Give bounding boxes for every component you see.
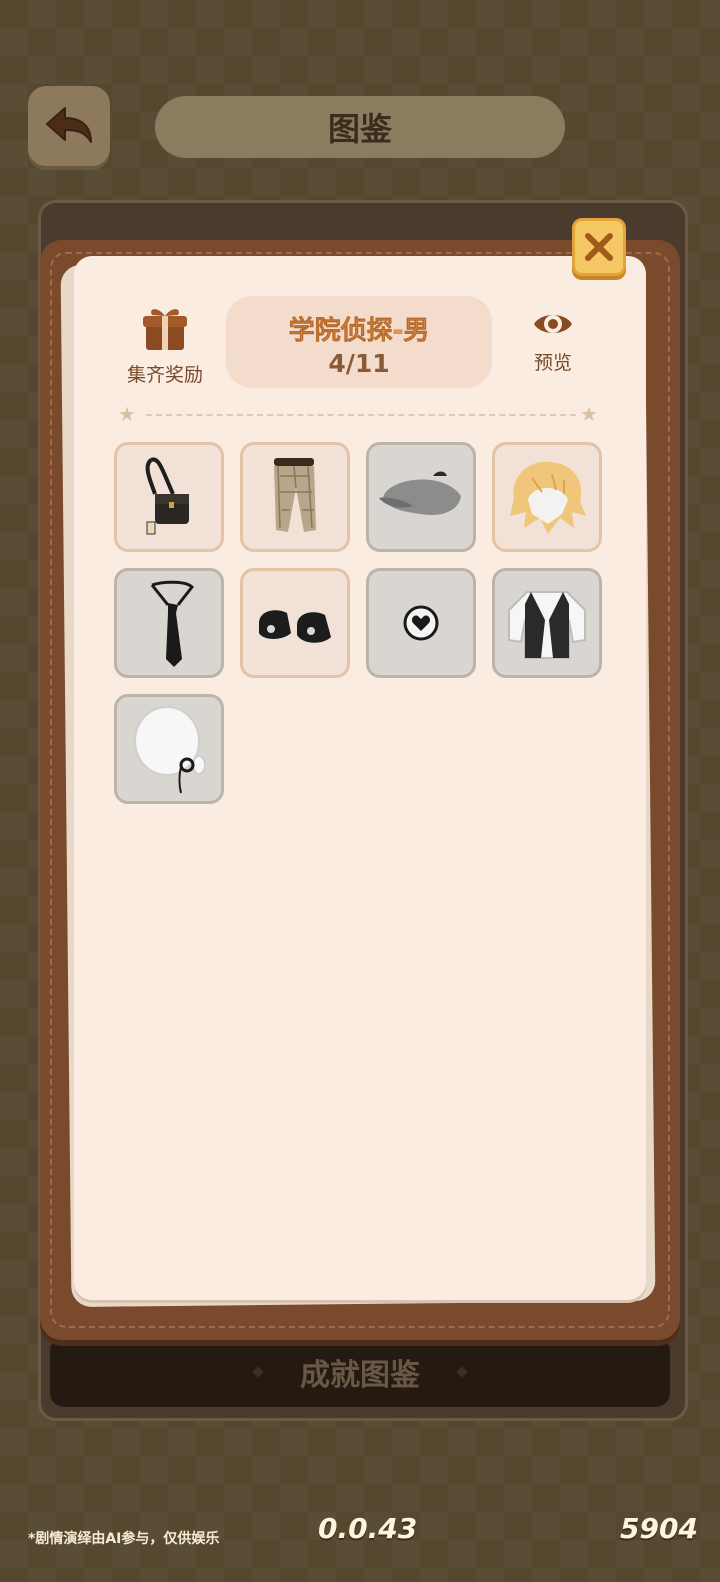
close-icon bbox=[585, 233, 613, 261]
ai-disclaimer: *剧情演绎由AI参与，仅供娱乐 bbox=[28, 1531, 220, 1547]
gift-icon bbox=[143, 309, 187, 350]
close-button[interactable] bbox=[572, 218, 626, 276]
item-slot-tie[interactable] bbox=[114, 568, 224, 678]
item-slot-monocle-face[interactable] bbox=[114, 694, 224, 804]
tie-icon bbox=[150, 580, 194, 667]
star-decoration: ★ bbox=[580, 402, 598, 426]
back-arrow-icon bbox=[46, 107, 92, 143]
vest-icon bbox=[508, 591, 586, 659]
user-id: 5904 bbox=[620, 1512, 698, 1545]
achievement-collection-label: 成就图鉴 bbox=[300, 1358, 420, 1393]
diamond-decoration bbox=[252, 1366, 264, 1378]
version-number: 0.0.43 bbox=[318, 1512, 418, 1545]
item-slot-shoes[interactable] bbox=[240, 568, 350, 678]
preview-label: 预览 bbox=[533, 352, 572, 374]
heart-icon bbox=[403, 605, 439, 641]
pants-icon bbox=[274, 458, 316, 532]
item-slot-satchel[interactable] bbox=[114, 442, 224, 552]
set-name: 学院侦探-男 bbox=[288, 316, 430, 347]
item-slot-plaid-pants[interactable] bbox=[240, 442, 350, 552]
set-reward-button[interactable]: 集齐奖励 bbox=[122, 304, 208, 387]
divider bbox=[146, 414, 576, 416]
item-slot-heart-accessory[interactable] bbox=[366, 568, 476, 678]
star-decoration: ★ bbox=[118, 402, 136, 426]
item-slot-vest-shirt[interactable] bbox=[492, 568, 602, 678]
monocle-icon bbox=[134, 706, 206, 794]
eye-icon bbox=[534, 315, 572, 333]
set-progress: 4/11 bbox=[328, 349, 390, 378]
diamond-decoration bbox=[456, 1366, 468, 1378]
preview-button[interactable]: 预览 bbox=[518, 306, 588, 375]
hair-icon bbox=[510, 461, 586, 534]
cap-icon bbox=[379, 471, 461, 516]
item-slot-newsboy-cap[interactable] bbox=[366, 442, 476, 552]
page-title: 图鉴 bbox=[155, 96, 565, 158]
back-button[interactable] bbox=[28, 86, 110, 166]
satchel-icon bbox=[145, 457, 189, 535]
shoes-icon bbox=[259, 610, 331, 643]
achievement-collection-button[interactable]: 成就图鉴 bbox=[50, 1337, 670, 1407]
set-title-card: 学院侦探-男 4/11 bbox=[226, 296, 492, 388]
item-slot-blonde-hair[interactable] bbox=[492, 442, 602, 552]
set-reward-label: 集齐奖励 bbox=[126, 364, 203, 386]
